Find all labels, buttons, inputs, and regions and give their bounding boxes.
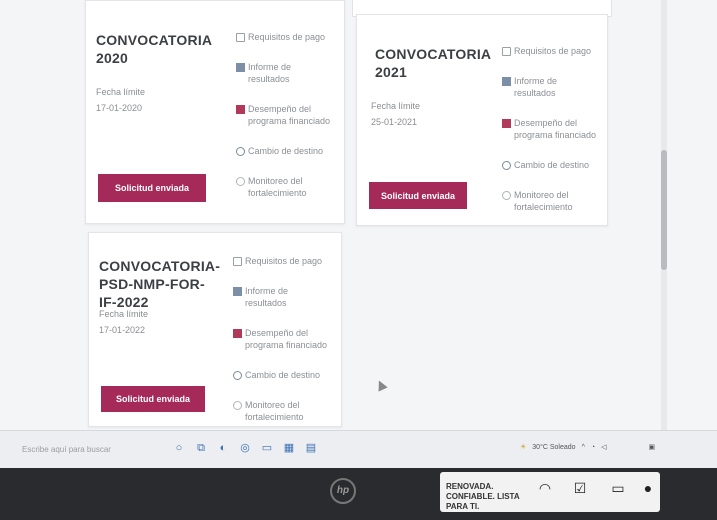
card-title: CONVOCATORIA-PSD-NMP-FOR-IF-2022 bbox=[99, 258, 221, 310]
scrollbar[interactable] bbox=[661, 0, 667, 430]
sticker-text: RENOVADA. CONFIABLE. LISTA PARA TI. bbox=[446, 482, 520, 511]
word-icon[interactable]: ▤ bbox=[304, 441, 318, 455]
request-sent-button[interactable]: Solicitud enviada bbox=[369, 182, 467, 209]
volume-icon[interactable]: ◁ bbox=[601, 443, 606, 451]
link-payment[interactable]: Requisitos de pago bbox=[233, 255, 328, 267]
mouse-cursor-icon bbox=[374, 378, 388, 392]
screen: CONVOCATORIA 2020 Fecha límite 17-01-202… bbox=[0, 0, 717, 468]
results-icon bbox=[502, 77, 511, 86]
monitoring-icon bbox=[236, 177, 245, 186]
link-monitoring[interactable]: Monitoreo del fortalecimiento bbox=[236, 175, 331, 199]
deadline-date: 17-01-2020 bbox=[96, 103, 143, 113]
system-tray: ☀ 30°C Soleado ^ ◔ ◁ ▣ bbox=[520, 443, 661, 452]
link-results[interactable]: Informe de resultados bbox=[236, 61, 331, 85]
deadline-label: Fecha límite bbox=[99, 309, 149, 319]
deadline-date: 17-01-2022 bbox=[99, 325, 146, 335]
link-destination[interactable]: Cambio de destino bbox=[236, 145, 331, 157]
link-results[interactable]: Informe de resultados bbox=[233, 285, 328, 309]
card-links: Requisitos de pago Informe de resultados… bbox=[236, 31, 331, 217]
link-payment[interactable]: Requisitos de pago bbox=[236, 31, 331, 43]
notification-icon[interactable]: ▣ bbox=[648, 443, 655, 451]
results-icon bbox=[236, 63, 245, 72]
request-sent-button[interactable]: Solicitud enviada bbox=[101, 386, 205, 412]
destination-icon bbox=[502, 161, 511, 170]
card-title: CONVOCATORIA 2021 bbox=[375, 46, 491, 80]
link-performance[interactable]: Desempeño del programa financiado bbox=[502, 117, 597, 141]
link-performance[interactable]: Desempeño del programa financiado bbox=[236, 103, 331, 127]
link-performance[interactable]: Desempeño del programa financiado bbox=[233, 327, 328, 351]
link-payment[interactable]: Requisitos de pago bbox=[502, 45, 597, 57]
link-destination[interactable]: Cambio de destino bbox=[502, 159, 597, 171]
payment-icon bbox=[233, 257, 242, 266]
checklist-icon: ☑ bbox=[573, 480, 587, 496]
card-convocatoria-2021: CONVOCATORIA 2021 Fecha límite 25-01-202… bbox=[356, 14, 608, 226]
deadline-label: Fecha límite bbox=[96, 87, 146, 97]
payment-icon bbox=[502, 47, 511, 56]
chrome-icon[interactable]: ◎ bbox=[238, 441, 252, 455]
request-sent-button[interactable]: Solicitud enviada bbox=[98, 174, 206, 202]
performance-icon bbox=[236, 105, 245, 114]
hp-logo-icon: hp bbox=[330, 478, 356, 504]
tray-chevron-icon[interactable]: ^ bbox=[582, 444, 585, 451]
results-icon bbox=[233, 287, 242, 296]
task-view-icon[interactable]: ⧉ bbox=[194, 441, 208, 455]
destination-icon bbox=[233, 371, 242, 380]
card-convocatoria-2022: CONVOCATORIA-PSD-NMP-FOR-IF-2022 Fecha l… bbox=[88, 232, 342, 427]
laptop-sticker: RENOVADA. CONFIABLE. LISTA PARA TI. ◠ ☑ … bbox=[440, 472, 660, 512]
link-monitoring[interactable]: Monitoreo del fortalecimiento bbox=[233, 399, 328, 423]
weather-text: 30°C Soleado bbox=[532, 443, 576, 451]
card-links: Requisitos de pago Informe de resultados… bbox=[233, 255, 328, 441]
network-icon[interactable]: ◔ bbox=[591, 444, 595, 451]
payment-icon bbox=[236, 33, 245, 42]
deadline-date: 25-01-2021 bbox=[371, 117, 418, 127]
destination-icon bbox=[236, 147, 245, 156]
taskbar-search-input[interactable]: Escribe aquí para buscar bbox=[22, 445, 111, 454]
monitoring-icon bbox=[502, 191, 511, 200]
scroll-thumb[interactable] bbox=[661, 150, 667, 270]
edge-browser-icon[interactable]: ◐ bbox=[216, 441, 230, 455]
gauge-icon: ◠ bbox=[538, 480, 552, 496]
link-destination[interactable]: Cambio de destino bbox=[233, 369, 328, 381]
deadline-label: Fecha límite bbox=[371, 101, 421, 111]
link-monitoring[interactable]: Monitoreo del fortalecimiento bbox=[502, 189, 597, 213]
explorer-icon[interactable]: ▭ bbox=[260, 441, 274, 455]
monitor-icon: ▭ bbox=[611, 480, 625, 496]
performance-icon bbox=[233, 329, 242, 338]
card-convocatoria-2020: CONVOCATORIA 2020 Fecha límite 17-01-202… bbox=[85, 0, 345, 224]
monitoring-icon bbox=[233, 401, 242, 410]
taskbar: Escribe aquí para buscar ○ ⧉ ◐ ◎ ▭ ▦ ▤ ☀… bbox=[0, 430, 717, 468]
search-icon[interactable]: ○ bbox=[172, 441, 186, 455]
card-links: Requisitos de pago Informe de resultados… bbox=[502, 45, 597, 231]
link-results[interactable]: Informe de resultados bbox=[502, 75, 597, 99]
taskbar-apps: ○ ⧉ ◐ ◎ ▭ ▦ ▤ bbox=[172, 441, 326, 455]
weather-icon: ☀ bbox=[520, 444, 527, 451]
card-title: CONVOCATORIA 2020 bbox=[96, 32, 212, 66]
excel-icon[interactable]: ▦ bbox=[282, 441, 296, 455]
performance-icon bbox=[502, 119, 511, 128]
hp-badge-icon: ● bbox=[643, 480, 653, 496]
